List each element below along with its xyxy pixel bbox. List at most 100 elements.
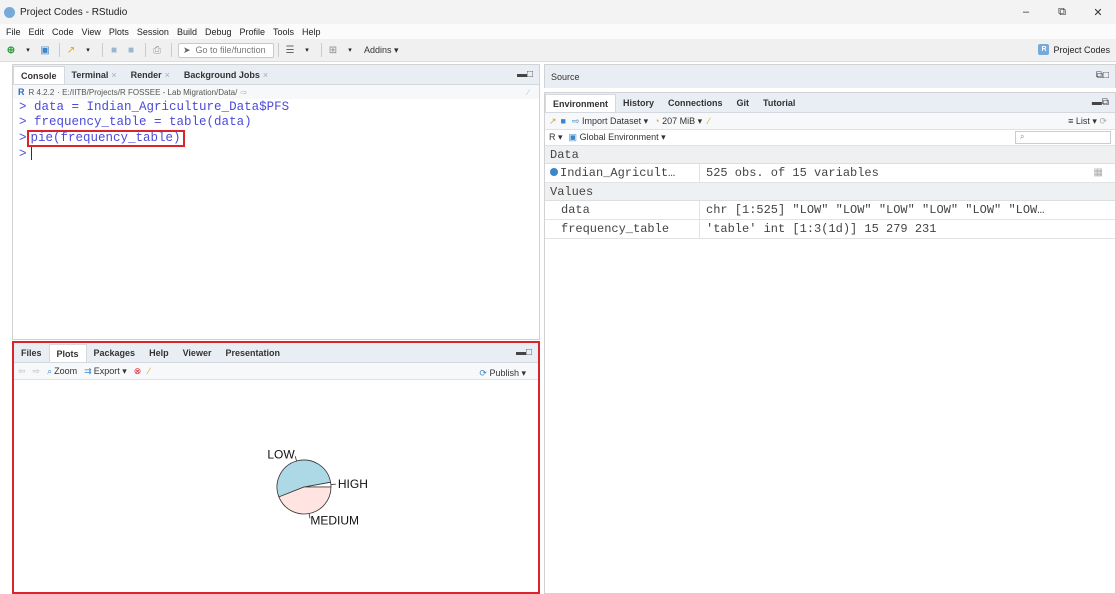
table-row[interactable]: frequency_table 'table' int [1:3(1d)] 15…	[545, 219, 1115, 239]
menu-help[interactable]: Help	[302, 27, 321, 37]
plot-canvas: HIGH LOW MEDIUM	[14, 383, 538, 593]
maximize-pane-icon[interactable]: ▬⧉	[1092, 97, 1109, 108]
refresh-icon[interactable]: ⟳	[1099, 116, 1107, 126]
forward-arrow-icon[interactable]: ⇨	[33, 366, 41, 377]
addins-label: Addins	[364, 44, 392, 55]
tab-terminal[interactable]: Terminal ×	[65, 66, 124, 84]
menu-tools[interactable]: Tools	[273, 27, 294, 37]
export-icon: ⇉	[84, 365, 92, 376]
back-arrow-icon[interactable]: ⇦	[18, 366, 26, 377]
save-icon[interactable]: ■	[107, 43, 121, 57]
restore-button[interactable]: ⧉	[1044, 0, 1080, 24]
close-button[interactable]: ✕	[1080, 0, 1116, 24]
tab-render[interactable]: Render ×	[124, 66, 177, 84]
source-bar[interactable]: Source ⧉□	[545, 65, 1115, 88]
language-dropdown[interactable]: R ▾	[549, 132, 563, 143]
dropdown-icon[interactable]: ▾	[300, 43, 314, 57]
zoom-button[interactable]: ⌕ Zoom	[47, 366, 77, 377]
close-icon[interactable]: ×	[263, 70, 268, 80]
tab-history[interactable]: History	[616, 94, 661, 112]
open-file-icon[interactable]: ↗	[64, 43, 78, 57]
goto-file-input[interactable]: ➤ Go to file/function	[178, 42, 274, 58]
menu-file[interactable]: File	[6, 27, 21, 37]
maximize-pane-icon[interactable]: ▬□	[516, 347, 532, 358]
list-icon: ≡	[1068, 116, 1074, 126]
menu-build[interactable]: Build	[177, 27, 197, 37]
addins-button[interactable]: Addins ▾	[364, 45, 399, 56]
project-name: Project Codes	[1053, 44, 1110, 55]
window-controls: – ⧉ ✕	[1008, 0, 1116, 24]
variable-value: chr [1:525] "LOW" "LOW" "LOW" "LOW" "LOW…	[706, 203, 1045, 217]
new-file-icon[interactable]: ⊕	[4, 43, 18, 57]
print-icon[interactable]: ⎙	[150, 43, 164, 57]
menu-edit[interactable]: Edit	[29, 27, 45, 37]
close-icon[interactable]: ×	[111, 70, 116, 80]
project-menu[interactable]: R Project Codes	[1038, 44, 1110, 55]
clear-workspace-broom-icon[interactable]: ∕	[708, 116, 710, 126]
menu-view[interactable]: View	[82, 27, 101, 37]
import-dataset-button[interactable]: ⇨ Import Dataset ▾	[572, 116, 648, 127]
tab-console[interactable]: Console	[13, 66, 65, 84]
pie-label-low: LOW	[267, 447, 295, 461]
tab-viewer[interactable]: Viewer	[176, 344, 219, 362]
tab-connections[interactable]: Connections	[661, 94, 730, 112]
goto-directory-icon[interactable]: ⇨	[240, 88, 247, 97]
tab-packages[interactable]: Packages	[87, 344, 143, 362]
memory-usage-button[interactable]: ◔ 207 MiB ▾	[654, 116, 702, 127]
toolbar-divider	[321, 43, 322, 57]
table-row[interactable]: data chr [1:525] "LOW" "LOW" "LOW" "LOW"…	[545, 200, 1115, 220]
publish-icon: ⟳	[479, 368, 487, 378]
table-row[interactable]: Indian_Agricult… 525 obs. of 15 variable…	[545, 163, 1115, 183]
scope-label: Global Environment	[579, 132, 659, 142]
export-button[interactable]: ⇉ Export ▾	[84, 366, 127, 377]
clear-plots-broom-icon[interactable]: ∕	[148, 366, 150, 376]
view-data-grid-icon[interactable]: ▦	[1094, 167, 1103, 179]
view-mode-dropdown[interactable]: ≡ List ▾ ⟳	[1068, 116, 1107, 127]
dropdown-icon[interactable]: ▾	[81, 43, 95, 57]
restore-pane-icon[interactable]: ⧉□	[1096, 70, 1109, 81]
pie-label-leader	[294, 456, 297, 462]
console-output[interactable]: > data = Indian_Agriculture_Data$PFS > f…	[13, 99, 539, 162]
menu-debug[interactable]: Debug	[205, 27, 232, 37]
tab-help[interactable]: Help	[142, 344, 176, 362]
save-workspace-icon[interactable]: ■	[561, 116, 566, 126]
variable-name: frequency_table	[545, 219, 700, 239]
tab-presentation[interactable]: Presentation	[218, 344, 287, 362]
menu-code[interactable]: Code	[52, 27, 74, 37]
prompt: >	[19, 100, 27, 114]
publish-button[interactable]: ⟳ Publish ▾	[479, 368, 526, 379]
maximize-pane-icon[interactable]: ▬□	[517, 69, 533, 80]
broom-options-icon[interactable]: ☰	[283, 43, 297, 57]
tab-files[interactable]: Files	[14, 344, 49, 362]
close-icon[interactable]: ×	[165, 70, 170, 80]
remove-plot-icon[interactable]: ⊗	[134, 366, 142, 377]
expand-icon[interactable]	[550, 168, 558, 177]
variable-value: 525 obs. of 15 variables	[706, 166, 879, 180]
tab-tutorial[interactable]: Tutorial	[756, 94, 802, 112]
memory-label: 207 MiB	[662, 115, 696, 126]
arrow-right-icon: ➤	[183, 44, 191, 55]
scope-dropdown[interactable]: ▣ Global Environment ▾	[569, 132, 666, 143]
save-all-icon[interactable]: ■	[124, 43, 138, 57]
tab-plots[interactable]: Plots	[48, 344, 87, 362]
dropdown-icon[interactable]: ▾	[21, 43, 35, 57]
new-project-icon[interactable]: ▣	[38, 43, 52, 57]
grid-layout-icon[interactable]: ⊞	[326, 43, 340, 57]
menu-plots[interactable]: Plots	[109, 27, 129, 37]
environment-search-input[interactable]: ⌕	[1015, 131, 1111, 144]
working-directory[interactable]: · E:/IITB/Projects/R FOSSEE - Lab Migrat…	[57, 88, 237, 97]
dropdown-icon[interactable]: ▾	[343, 43, 357, 57]
tab-environment[interactable]: Environment	[545, 94, 617, 112]
menu-profile[interactable]: Profile	[240, 27, 266, 37]
r-project-icon: R	[1038, 44, 1050, 55]
menu-session[interactable]: Session	[137, 27, 169, 37]
export-label: Export	[93, 366, 120, 376]
source-label: Source	[551, 71, 580, 82]
minimize-button[interactable]: –	[1008, 0, 1044, 24]
tab-git[interactable]: Git	[730, 94, 757, 112]
tab-help-label: Help	[149, 348, 169, 358]
tab-background-jobs[interactable]: Background Jobs ×	[177, 66, 275, 84]
clear-console-icon[interactable]: ∕	[528, 88, 529, 97]
load-workspace-icon[interactable]: ↗	[549, 116, 557, 127]
goto-placeholder: Go to file/function	[195, 45, 266, 55]
